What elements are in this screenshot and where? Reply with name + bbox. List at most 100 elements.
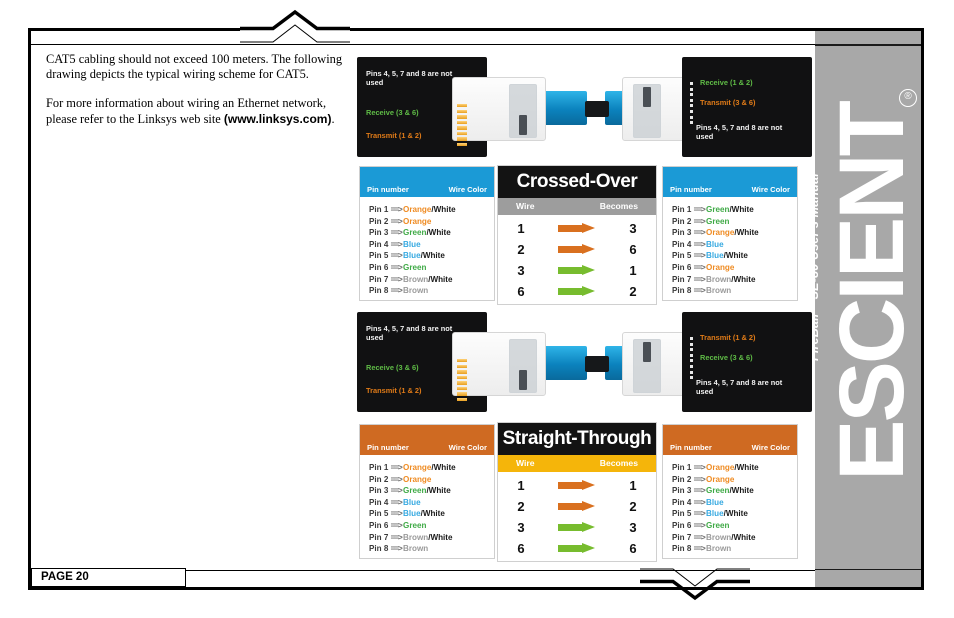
map-row: 66 [498,538,656,559]
pin-label: Pin 1 [369,205,391,214]
wire-color-primary: Blue [706,239,724,249]
wire-color-primary: Green [403,520,427,530]
wire-color-primary: Green [403,262,427,272]
pin-label: Pin 6 [369,262,391,272]
wire-color-primary: Orange [706,474,735,484]
registered-trademark-icon: ® [899,89,917,107]
wire-color-secondary: /White [729,205,754,214]
arrow-icon: ==> [390,228,404,238]
crossover-left-unused-note: Pins 4, 5, 7 and 8 are not used [366,69,453,87]
crossover-left-receive-label: Receive (3 & 6) [366,108,419,117]
wire-color-secondary: /White [426,228,451,238]
manual-title-rest: SE-80 User's Manual [815,173,821,300]
crossover-right-label-panel: Receive (1 & 2) Transmit (3 & 6) Pins 4,… [682,57,812,157]
arrow-icon: ==> [693,228,707,238]
arrow-right-icon [558,543,596,554]
straight-left-receive-label: Receive (3 & 6) [366,363,419,372]
arrow-icon: ==> [390,497,404,507]
map-wire-becomes: 1 [629,478,637,493]
wire-color-primary: Brown [403,532,429,542]
sidebar-rule-top [815,44,921,46]
pin-row: Pin 3 ==> Green/White [369,227,494,239]
straight-right-transmit-label: Transmit (1 & 2) [700,333,756,342]
pin-label: Pin 3 [672,228,694,238]
map-arrow-cell [544,244,610,255]
arrow-icon: ==> [390,532,404,542]
pin-row: Pin 3 ==> Green/White [672,485,797,497]
straight-map-table: Straight-Through Wire Becomes 11223366 [497,422,657,562]
map-wire-becomes: 6 [629,541,637,556]
arrow-right-icon [558,480,596,491]
pin-label: Pin 7 [369,274,391,284]
pin-row: Pin 6 ==> Orange [672,262,797,274]
wire-color-primary: Orange [403,216,432,226]
arrow-icon: ==> [390,262,404,272]
map-wire-from: 6 [517,284,525,299]
arrow-icon: ==> [390,520,404,530]
pin-label: Pin 2 [369,474,391,484]
pin-row: Pin 5 ==> Blue/White [369,250,494,262]
wire-color-primary: Brown [403,274,429,284]
arrow-icon: ==> [693,262,707,272]
map-wire-becomes: 2 [629,499,637,514]
arrow-icon: ==> [390,509,404,519]
pin-row: Pin 8 ==> Brown [672,285,797,297]
escient-wordmark: ESCIENT [821,103,921,481]
map-wire-becomes: 3 [629,520,637,535]
crossover-col-wire: Wire [516,201,535,211]
crossover-left-transmit-label: Transmit (1 & 2) [366,131,422,140]
pin-row: Pin 2 ==> Orange [369,216,494,228]
wire-color-primary: Green [706,205,730,214]
arrow-icon: ==> [693,286,707,296]
straight-plug-left [452,332,546,402]
wire-color-primary: Blue [706,497,724,507]
wire-color-primary: Green [706,216,730,226]
arrow-icon: ==> [693,216,707,226]
wire-color-primary: Blue [706,509,724,519]
crossover-right-transmit-label: Transmit (3 & 6) [700,98,756,107]
pin-row: Pin 8 ==> Brown [369,543,494,555]
arrow-right-icon [558,501,596,512]
arrow-right-icon [558,522,596,533]
crossover-plug-right-clip [633,84,661,138]
wire-color-secondary: /White [420,251,445,261]
straight-left-pin-rows: Pin 1 ==> Orange/White Pin 2 ==> Orange Pi… [360,455,494,555]
arrow-icon: ==> [390,239,404,249]
map-arrow-cell [544,286,610,297]
wire-color-primary: Blue [706,251,724,261]
crossover-plug-left-clip [509,84,537,138]
straight-right-pin-table-header: Pin number Wire Color [663,425,797,455]
arrow-icon: ==> [693,274,707,284]
wire-color-primary: Blue [403,251,421,261]
map-arrow-cell [544,223,610,234]
wire-color-primary: Brown [706,286,732,296]
map-row: 33 [498,517,656,538]
manual-title: FireBallTM SE-80 User's Manual [815,111,829,361]
pin-row: Pin 5 ==> Blue/White [369,508,494,520]
pin-label: Pin 6 [672,520,694,530]
wire-color-primary: Green [706,520,730,530]
header-wire-color: Wire Color [448,185,487,194]
straight-left-transmit-label: Transmit (1 & 2) [366,386,422,395]
pin-label: Pin 7 [672,532,694,542]
pin-label: Pin 3 [672,486,694,496]
paragraph-linksys: For more information about wiring an Eth… [46,96,346,126]
pin-label: Pin 5 [369,251,391,261]
arrow-icon: ==> [390,286,404,296]
header-pin-number: Pin number [367,443,409,452]
map-wire-becomes: 1 [629,263,637,278]
wire-color-primary: Orange [403,205,432,214]
linksys-url[interactable]: (www.linksys.com) [224,112,332,126]
pin-row: Pin 6 ==> Green [369,262,494,274]
map-row: 22 [498,496,656,517]
map-row: 13 [498,218,656,239]
pin-label: Pin 4 [369,239,391,249]
pin-row: Pin 1 ==> Orange/White [369,462,494,474]
wire-color-primary: Blue [403,509,421,519]
pin-row: Pin 3 ==> Orange/White [672,227,797,239]
map-wire-from: 6 [517,541,525,556]
straight-map-rows: 11223366 [498,472,656,559]
pin-label: Pin 4 [672,239,694,249]
page-number-box: PAGE 20 [31,568,186,587]
map-wire-from: 1 [517,478,525,493]
